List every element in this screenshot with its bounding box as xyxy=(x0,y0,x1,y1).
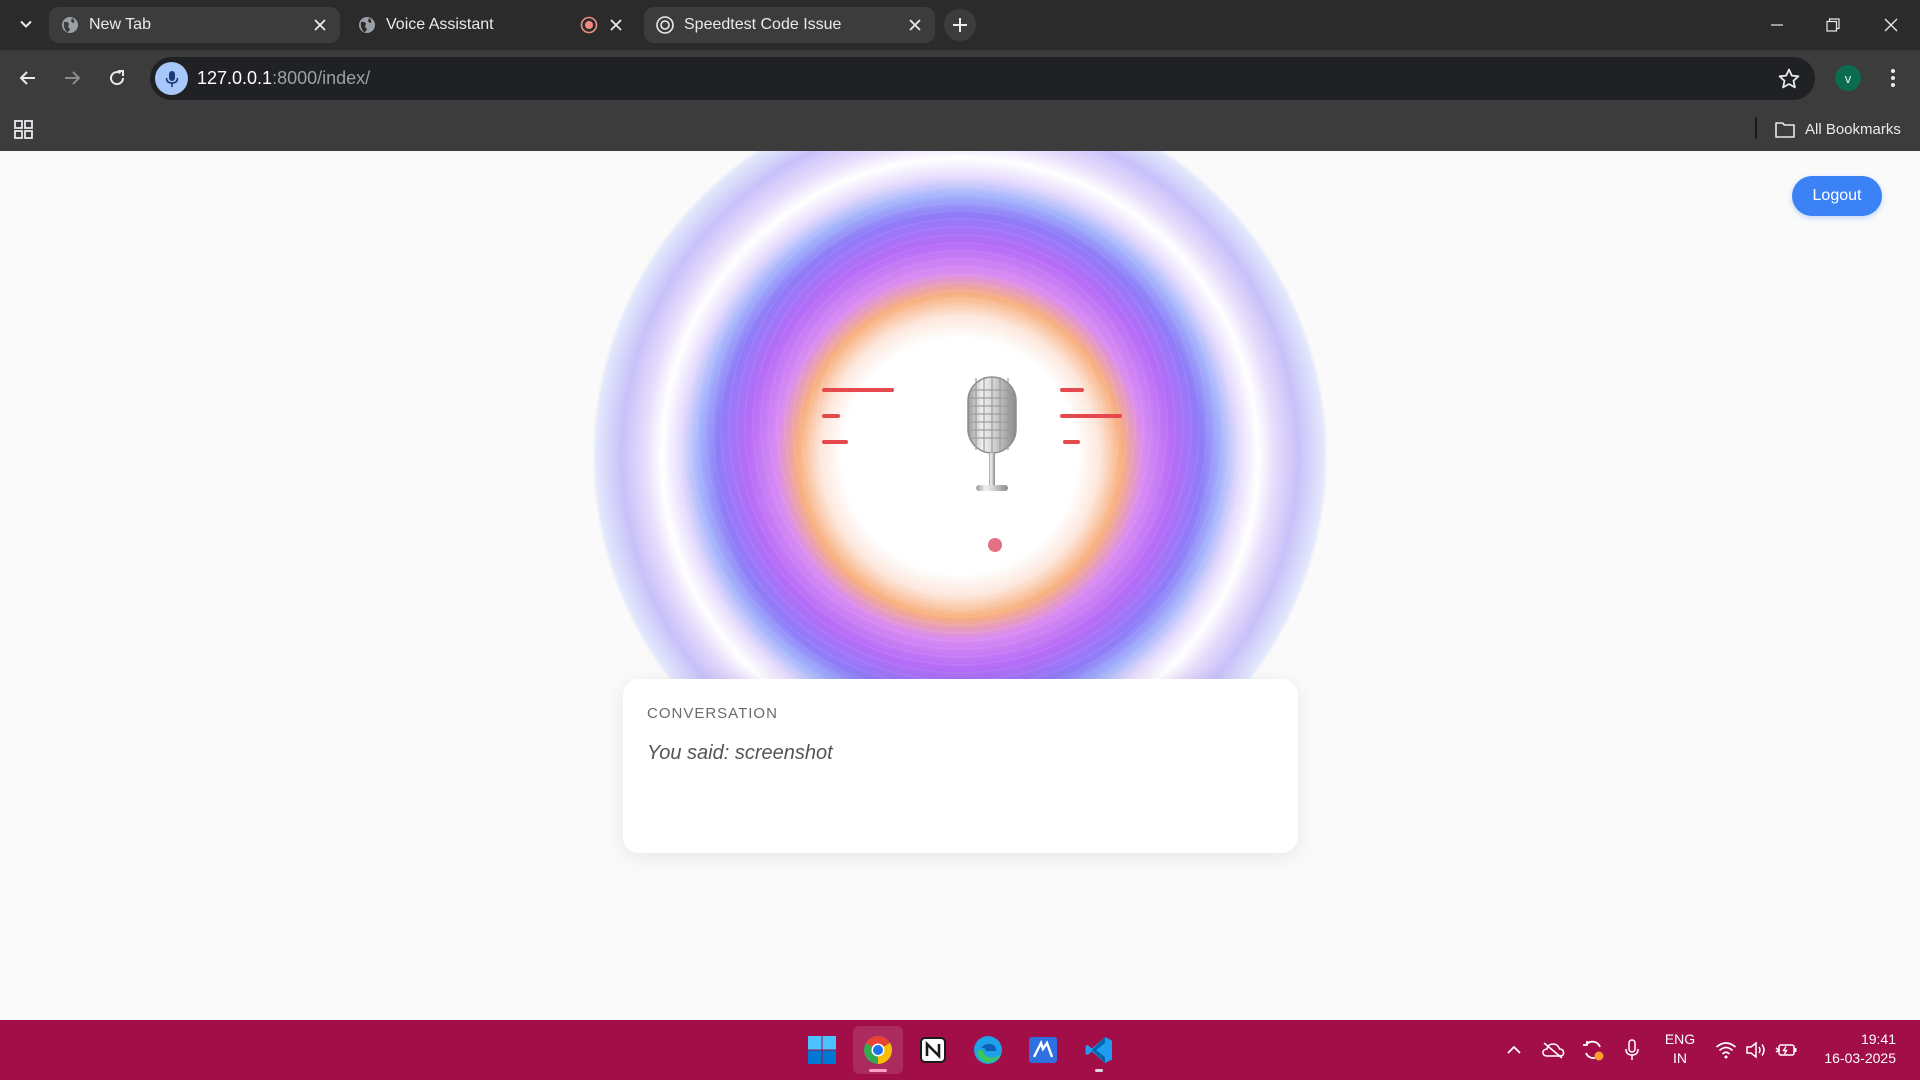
tab-title: Speedtest Code Issue xyxy=(684,16,842,33)
url-path: :8000/index/ xyxy=(272,68,371,88)
active-app-indicator xyxy=(869,1069,887,1072)
microphone-icon xyxy=(165,70,178,87)
url-text[interactable]: 127.0.0.1:8000/index/ xyxy=(197,68,370,89)
browser-chrome: New Tab Voice Assistant Speedtest Code I… xyxy=(0,0,1920,151)
globe-icon xyxy=(359,17,375,33)
cloud-off-icon xyxy=(1542,1042,1565,1059)
conversation-transcript: You said: screenshot xyxy=(647,742,833,764)
app-icon xyxy=(1029,1037,1057,1063)
onedrive-tray[interactable] xyxy=(1541,1038,1565,1062)
plus-icon xyxy=(953,18,967,32)
all-bookmarks-label: All Bookmarks xyxy=(1805,120,1901,138)
chrome-icon xyxy=(864,1036,892,1064)
microphone-icon[interactable] xyxy=(963,374,1021,494)
taskbar-edge[interactable] xyxy=(963,1026,1013,1074)
close-tab-icon[interactable] xyxy=(905,15,925,35)
taskbar-app[interactable] xyxy=(1018,1026,1068,1074)
minimize-icon xyxy=(1771,24,1783,26)
all-bookmarks-button[interactable]: All Bookmarks xyxy=(1775,114,1901,144)
openai-icon xyxy=(656,16,674,34)
taskbar-chrome[interactable] xyxy=(853,1026,903,1074)
more-vertical-icon xyxy=(1891,69,1895,87)
close-icon xyxy=(1884,18,1898,32)
restore-button[interactable] xyxy=(1818,10,1848,40)
minimize-button[interactable] xyxy=(1762,10,1792,40)
tab-speedtest-code-issue[interactable]: Speedtest Code Issue xyxy=(644,7,935,43)
profile-avatar[interactable]: v xyxy=(1835,65,1861,91)
tab-title: New Tab xyxy=(89,16,151,33)
tab-search-button[interactable] xyxy=(12,10,40,38)
wifi-icon xyxy=(1715,1042,1737,1059)
logout-button[interactable]: Logout xyxy=(1792,176,1882,216)
wifi-tray[interactable] xyxy=(1714,1038,1738,1062)
battery-charging-icon xyxy=(1775,1044,1797,1056)
sync-icon xyxy=(1583,1040,1604,1061)
tab-voice-assistant[interactable]: Voice Assistant xyxy=(346,7,636,43)
reload-button[interactable] xyxy=(101,62,133,94)
globe-icon xyxy=(62,17,78,33)
close-tab-icon[interactable] xyxy=(606,15,626,35)
address-bar[interactable]: 127.0.0.1:8000/index/ xyxy=(150,57,1815,100)
bookmark-star-icon[interactable] xyxy=(1777,67,1801,91)
conversation-card: CONVERSATION You said: screenshot xyxy=(623,679,1298,853)
reload-icon xyxy=(110,70,125,86)
region-code: IN xyxy=(1673,1050,1687,1066)
forward-button[interactable] xyxy=(56,62,88,94)
language-code: ENG xyxy=(1664,1031,1696,1047)
edge-icon xyxy=(974,1036,1002,1064)
taskbar-notion[interactable] xyxy=(908,1026,958,1074)
arrow-right-icon xyxy=(65,71,81,85)
bookmarks-divider xyxy=(1755,117,1757,139)
sync-tray[interactable] xyxy=(1581,1038,1605,1062)
tab-title: Voice Assistant xyxy=(386,16,494,33)
chevron-down-icon xyxy=(20,20,32,28)
volume-icon xyxy=(1746,1041,1765,1059)
windows-start-icon xyxy=(808,1036,836,1064)
tab-strip: New Tab Voice Assistant Speedtest Code I… xyxy=(0,0,1920,50)
microphone-tray[interactable] xyxy=(1620,1038,1644,1062)
tab-new-tab[interactable]: New Tab xyxy=(49,7,340,43)
conversation-heading: CONVERSATION xyxy=(647,705,778,722)
running-app-indicator xyxy=(1095,1069,1103,1072)
bookmarks-bar: All Bookmarks xyxy=(0,108,1920,151)
voice-assistant-page: Logout CONVERSATION You said: screenshot xyxy=(0,151,1920,1020)
folder-icon xyxy=(1775,121,1795,138)
battery-tray[interactable] xyxy=(1774,1038,1798,1062)
browser-menu-button[interactable] xyxy=(1877,62,1909,94)
microphone-icon xyxy=(1625,1039,1639,1060)
recording-icon xyxy=(580,16,598,34)
arrow-left-icon xyxy=(19,71,35,85)
restore-icon xyxy=(1826,18,1840,32)
site-info-button[interactable] xyxy=(155,62,188,95)
volume-tray[interactable] xyxy=(1744,1038,1768,1062)
close-tab-icon[interactable] xyxy=(310,15,330,35)
chevron-up-icon xyxy=(1507,1045,1521,1054)
clock-time: 19:41 xyxy=(1860,1031,1896,1047)
apps-grid-icon[interactable] xyxy=(12,117,36,141)
windows-taskbar: ENG IN 19:41 16-03-2025 xyxy=(0,1020,1920,1080)
clock-date: 16-03-2025 xyxy=(1824,1050,1896,1066)
notion-icon xyxy=(920,1037,946,1063)
start-button[interactable] xyxy=(797,1026,847,1074)
recording-status-dot xyxy=(988,538,1002,552)
back-button[interactable] xyxy=(12,62,44,94)
show-hidden-icons-button[interactable] xyxy=(1502,1038,1526,1062)
taskbar-vscode[interactable] xyxy=(1074,1026,1124,1074)
vscode-icon xyxy=(1085,1037,1112,1063)
taskbar-clock[interactable]: 19:41 16-03-2025 xyxy=(1808,1030,1896,1068)
new-tab-button[interactable] xyxy=(944,9,976,41)
url-host: 127.0.0.1 xyxy=(197,68,273,88)
close-window-button[interactable] xyxy=(1876,10,1906,40)
language-indicator[interactable]: ENG IN xyxy=(1660,1030,1700,1068)
